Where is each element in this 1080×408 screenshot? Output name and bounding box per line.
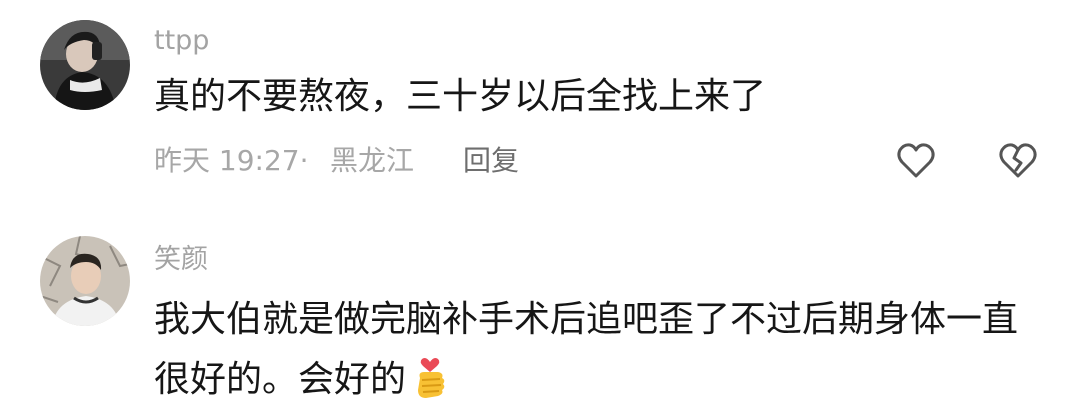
broken-heart-icon (999, 143, 1037, 178)
finger-heart-emoji (418, 358, 445, 398)
heart-outline-icon (897, 143, 935, 178)
comment-username[interactable]: 笑颜 (154, 246, 208, 273)
avatar[interactable] (40, 236, 130, 326)
comment-item: 笑颜 我大伯就是做完脑补手术后追吧歪了不过后期身体一直 很好的。会好的 (0, 210, 1080, 408)
comment-timestamp: 昨天 19:27· (154, 144, 309, 177)
reply-button[interactable]: 回复 (463, 147, 519, 175)
dislike-button[interactable] (996, 139, 1040, 183)
comment-item: ttpp 真的不要熬夜，三十岁以后全找上来了 昨天 19:27· 黑龙江 回复 (0, 0, 1080, 210)
avatar[interactable] (40, 20, 130, 110)
comment-text-line2-wrap: 很好的。会好的 (154, 353, 450, 407)
like-button[interactable] (894, 139, 938, 183)
comment-text: 真的不要熬夜，三十岁以后全找上来了 (154, 76, 767, 117)
comment-location: 黑龙江 (330, 144, 415, 177)
comment-text-line2: 很好的。会好的 (154, 359, 407, 400)
comment-text-line1: 我大伯就是做完脑补手术后追吧歪了不过后期身体一直 (154, 299, 1019, 340)
comment-username[interactable]: ttpp (154, 27, 209, 54)
